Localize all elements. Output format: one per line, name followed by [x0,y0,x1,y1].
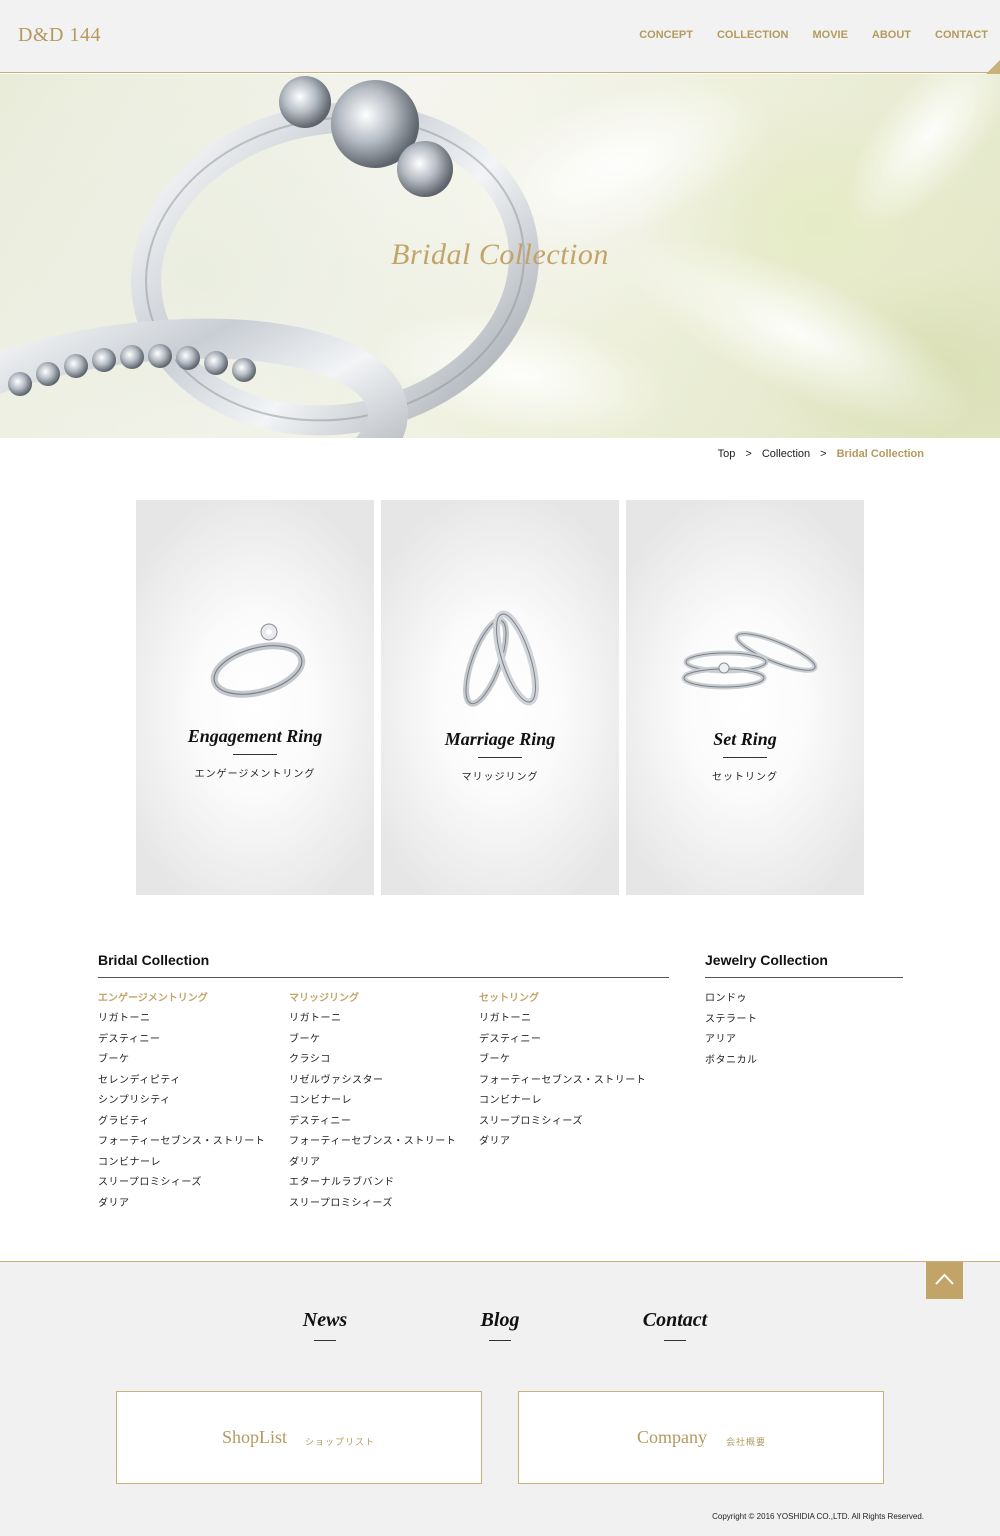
card-set-ring[interactable]: Set Ring セットリング [626,500,864,895]
nav-concept[interactable]: CONCEPT [639,29,693,41]
card-divider [723,757,767,758]
sitemap-bridal-rule [98,977,669,978]
company-button[interactable]: Company 会社概要 [518,1391,884,1484]
card-engagement-ring[interactable]: Engagement Ring エンゲージメントリング [136,500,374,895]
footer-link-news[interactable]: News [280,1309,370,1332]
sitemap-link[interactable]: リゼルヴァシスター [289,1074,456,1095]
sitemap-link[interactable]: コンビナーレ [98,1156,265,1177]
sitemap-jewelry-rule [705,977,903,978]
sitemap-link[interactable]: ダリア [98,1197,265,1218]
footer-link-underline [489,1340,511,1341]
sitemap-link[interactable]: ロンドゥ [705,992,758,1013]
breadcrumb-current: Bridal Collection [836,448,924,460]
chevron-up-icon [935,1273,954,1285]
card-subtitle: エンゲージメントリング [194,769,316,780]
sitemap-link[interactable]: クラシコ [289,1053,456,1074]
sitemap-column-title[interactable]: エンゲージメントリング [98,992,265,1012]
sitemap-set-column: セットリング リガトーニ デスティニー ブーケ フォーティーセブンス・ストリート… [479,992,646,1156]
company-label: Company [637,1427,707,1447]
nav-about[interactable]: ABOUT [872,29,911,41]
header-corner-decoration [986,60,1000,74]
sitemap-link[interactable]: デスティニー [98,1033,265,1054]
card-marriage-ring[interactable]: Marriage Ring マリッジリング [381,500,619,895]
site-logo[interactable]: D&D 144 [18,24,101,47]
set-ring-image [681,631,818,690]
sitemap-link[interactable]: ダリア [289,1156,456,1177]
breadcrumb-separator: > [745,448,752,460]
sitemap-engagement-column: エンゲージメントリング リガトーニ デスティニー ブーケ セレンディピティ シン… [98,992,265,1217]
card-title: Engagement Ring [187,726,323,746]
site-footer: News Blog Contact ShopList ショップリスト Compa… [0,1261,1000,1536]
breadcrumb-collection[interactable]: Collection [762,448,810,460]
sitemap-link[interactable]: ダリア [479,1135,646,1156]
sitemap-link[interactable]: フォーティーセブンス・ストリート [289,1135,456,1156]
sitemap-link[interactable]: スリープロミシィーズ [289,1197,456,1218]
footer-link-underline [664,1340,686,1341]
sitemap-link[interactable]: フォーティーセブンス・ストリート [98,1135,265,1156]
hero-banner: Bridal Collection [0,74,1000,438]
copyright-text: Copyright © 2016 YOSHIDIA CO.,LTD. All R… [712,1512,924,1521]
footer-link-underline [314,1340,336,1341]
sitemap-link[interactable]: ステラート [705,1013,758,1034]
nav-contact[interactable]: CONTACT [935,29,988,41]
sitemap-link[interactable]: エターナルラブバンド [289,1176,456,1197]
sitemap-link[interactable]: ボタニカル [705,1054,758,1075]
breadcrumb-top[interactable]: Top [718,448,736,460]
company-sublabel: 会社概要 [726,1437,767,1447]
sitemap-link[interactable]: リガトーニ [289,1012,456,1033]
shoplist-sublabel: ショップリスト [305,1437,376,1447]
sitemap-jewelry-column: ロンドゥ ステラート アリア ボタニカル [705,992,758,1074]
sitemap-link[interactable]: セレンディピティ [98,1074,265,1095]
breadcrumb-separator: > [820,448,827,460]
sitemap-bridal-heading: Bridal Collection [98,952,210,968]
back-to-top-button[interactable] [926,1262,963,1299]
sitemap-link[interactable]: フォーティーセブンス・ストリート [479,1074,646,1095]
sitemap-link[interactable]: デスティニー [289,1115,456,1136]
card-title: Set Ring [713,729,777,749]
site-header: D&D 144 CONCEPT COLLECTION MOVIE ABOUT C… [0,0,1000,74]
breadcrumb: Top > Collection > Bridal Collection [708,448,924,460]
hero-title: Bridal Collection [391,238,609,271]
sitemap-column-title[interactable]: セットリング [479,992,646,1012]
footer-link-blog[interactable]: Blog [455,1309,545,1332]
marriage-ring-image [463,610,539,707]
sitemap-column-title[interactable]: マリッジリング [289,992,456,1012]
shoplist-label: ShopList [222,1427,288,1447]
footer-link-contact[interactable]: Contact [620,1309,730,1332]
sitemap-link[interactable]: アリア [705,1033,758,1054]
sitemap-link[interactable]: リガトーニ [479,1012,646,1033]
sitemap-link[interactable]: ブーケ [98,1053,265,1074]
sitemap-link[interactable]: リガトーニ [98,1012,265,1033]
shoplist-button[interactable]: ShopList ショップリスト [116,1391,482,1484]
sitemap-link[interactable]: コンビナーレ [479,1094,646,1115]
card-divider [478,757,522,758]
sitemap-link[interactable]: ブーケ [289,1033,456,1054]
sitemap-link[interactable]: スリープロミシィーズ [479,1115,646,1136]
sitemap-link[interactable]: ブーケ [479,1053,646,1074]
engagement-ring-image [210,623,306,698]
card-subtitle: マリッジリング [461,772,539,783]
sitemap-marriage-column: マリッジリング リガトーニ ブーケ クラシコ リゼルヴァシスター コンビナーレ … [289,992,456,1217]
card-title: Marriage Ring [444,729,556,749]
card-divider [233,754,277,755]
sitemap-link[interactable]: スリープロミシィーズ [98,1176,265,1197]
sitemap-link[interactable]: グラビティ [98,1115,265,1136]
sitemap-link[interactable]: コンビナーレ [289,1094,456,1115]
sitemap-link[interactable]: シンプリシティ [98,1094,265,1115]
nav-movie[interactable]: MOVIE [812,29,847,41]
sitemap-jewelry-heading: Jewelry Collection [705,952,828,968]
nav-collection[interactable]: COLLECTION [717,29,789,41]
sitemap-link[interactable]: デスティニー [479,1033,646,1054]
card-subtitle: セットリング [712,772,778,783]
main-nav: CONCEPT COLLECTION MOVIE ABOUT CONTACT [615,29,988,41]
